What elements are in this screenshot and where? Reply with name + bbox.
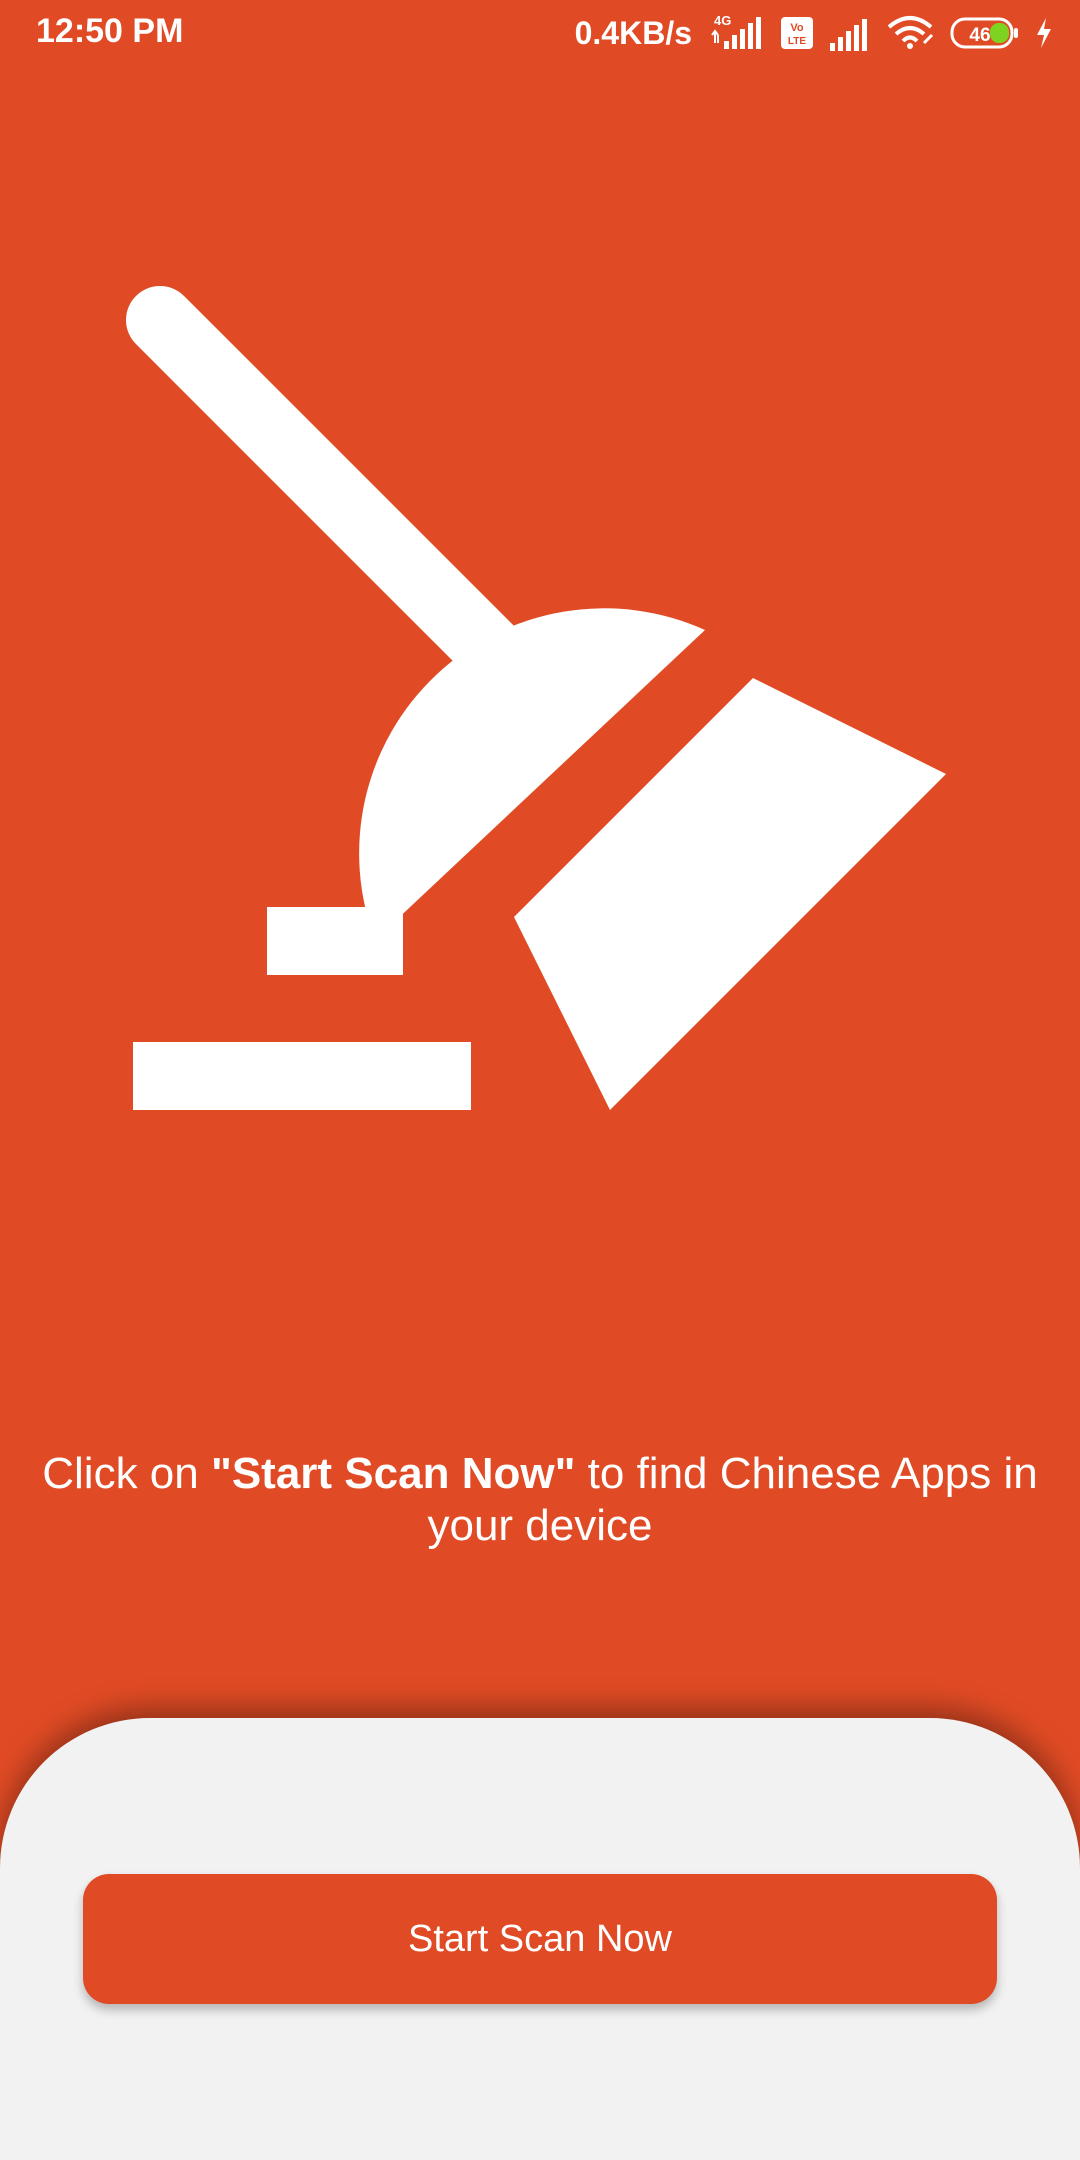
status-bar: 12:50 PM 0.4KB/s 4G Vo LTE 46	[0, 0, 1080, 66]
svg-text:Vo: Vo	[790, 22, 804, 34]
network-type-label: 4G	[714, 13, 731, 28]
charging-bolt-icon	[1034, 16, 1054, 50]
broom-cleaner-icon	[120, 280, 960, 1130]
app-screen: 12:50 PM 0.4KB/s 4G Vo LTE 46 Click on "…	[0, 0, 1080, 2160]
status-icons: 0.4KB/s 4G Vo LTE 46	[575, 10, 1054, 56]
instruction-text: Click on "Start Scan Now" to find Chines…	[0, 1448, 1080, 1552]
volte-icon: Vo LTE	[780, 16, 814, 50]
instruction-highlight: "Start Scan Now"	[210, 1449, 576, 1498]
battery-icon: 46	[950, 16, 1020, 50]
instruction-prefix: Click on	[42, 1449, 211, 1498]
battery-level: 46	[969, 25, 990, 46]
cell-signal-icon	[828, 15, 872, 51]
start-scan-button[interactable]: Start Scan Now	[83, 1874, 997, 2004]
network-speed: 0.4KB/s	[574, 14, 692, 51]
bottom-panel: Start Scan Now	[0, 1718, 1080, 2160]
status-time: 12:50 PM	[36, 12, 184, 50]
svg-text:LTE: LTE	[788, 36, 806, 47]
cell-signal-4g-icon: 4G	[706, 13, 766, 53]
wifi-icon	[886, 15, 936, 51]
